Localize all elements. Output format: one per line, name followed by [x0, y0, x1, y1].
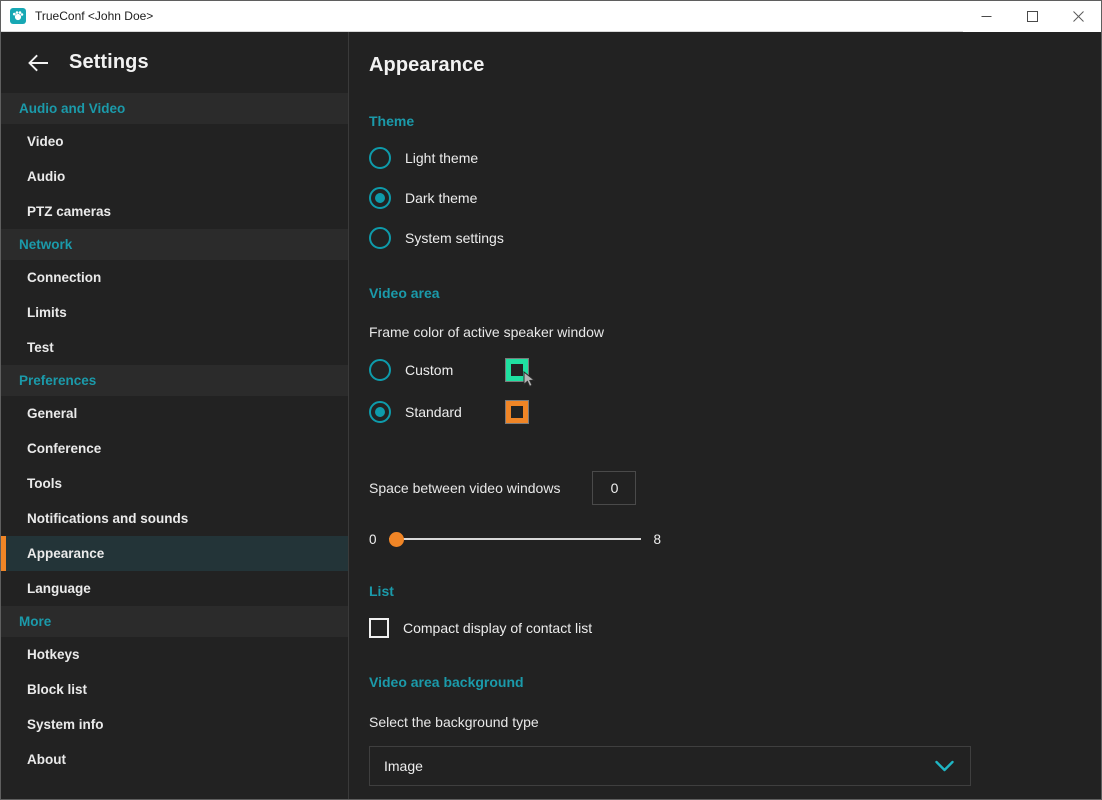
page-title: Appearance: [369, 54, 485, 76]
radio-label: Light theme: [405, 150, 479, 166]
sidebar-item-label: Notifications and sounds: [27, 511, 189, 526]
sidebar-item-block-list[interactable]: Block list: [1, 672, 348, 707]
color-swatch-inner: [506, 401, 528, 423]
section-label-list: List: [369, 583, 394, 599]
back-arrow-icon[interactable]: [27, 51, 51, 75]
close-button[interactable]: [1055, 0, 1101, 32]
sidebar-nav-list: Audio and Video Video Audio PTZ cameras …: [1, 93, 348, 799]
minimize-button[interactable]: [963, 0, 1009, 32]
background-type-value: Image: [384, 758, 423, 774]
sidebar-item-label: Hotkeys: [27, 647, 80, 662]
sidebar-item-label: Block list: [27, 682, 88, 697]
sidebar-item-label: General: [27, 406, 78, 421]
space-between-video-windows-row: Space between video windows 0: [369, 471, 1101, 505]
background-type-select[interactable]: Image: [369, 746, 971, 786]
radio-icon-selected[interactable]: [369, 401, 391, 423]
compact-contact-list-row[interactable]: Compact display of contact list: [369, 618, 1101, 638]
checkbox-label: Compact display of contact list: [403, 620, 593, 636]
sidebar-header: Settings: [1, 32, 348, 93]
background-type-label: Select the background type: [369, 714, 539, 730]
sidebar-item-label: Limits: [27, 305, 67, 320]
sidebar-item-test[interactable]: Test: [1, 330, 348, 365]
minimize-icon: [981, 15, 991, 17]
settings-sidebar: Settings Audio and Video Video Audio PTZ…: [1, 32, 349, 799]
sidebar-item-system-info[interactable]: System info: [1, 707, 348, 742]
slider-track[interactable]: [388, 538, 642, 540]
radio-system-settings[interactable]: System settings: [369, 227, 1101, 249]
sidebar-item-about[interactable]: About: [1, 742, 348, 777]
appearance-content: Appearance Theme Light theme Dark theme …: [369, 32, 1101, 786]
section-label-video-area-background: Video area background: [369, 674, 524, 690]
trueconf-logo-icon: [10, 8, 26, 24]
sidebar-item-label: Appearance: [27, 546, 105, 561]
app-window: TrueConf <John Doe> Settings Audio and V…: [0, 0, 1102, 800]
sidebar-item-limits[interactable]: Limits: [1, 295, 348, 330]
radio-dot: [375, 407, 385, 417]
radio-custom-frame-color[interactable]: Custom: [369, 358, 1101, 387]
appearance-settings-panel: Appearance Theme Light theme Dark theme …: [349, 32, 1101, 799]
sidebar-item-label: Video: [27, 134, 64, 149]
nav-group-network: Network: [1, 229, 348, 260]
nav-group-audio-and-video: Audio and Video: [1, 93, 348, 124]
slider-min-label: 0: [369, 531, 377, 547]
sidebar-item-label: Language: [27, 581, 91, 596]
title-bar-left: TrueConf <John Doe>: [1, 8, 963, 24]
sidebar-item-language[interactable]: Language: [1, 571, 348, 606]
checkbox-icon-unchecked[interactable]: [369, 618, 389, 638]
radio-dot: [375, 193, 385, 203]
sidebar-item-label: Test: [27, 340, 54, 355]
window-controls: [963, 0, 1101, 32]
radio-label: Standard: [405, 404, 462, 420]
color-swatch-inner: [506, 359, 528, 381]
sidebar-item-conference[interactable]: Conference: [1, 431, 348, 466]
sidebar-item-ptz-cameras[interactable]: PTZ cameras: [1, 194, 348, 229]
maximize-icon: [1026, 10, 1038, 22]
radio-label: Custom: [405, 362, 454, 378]
nav-group-more: More: [1, 606, 348, 637]
frame-color-label: Frame color of active speaker window: [369, 324, 604, 340]
maximize-button[interactable]: [1009, 0, 1055, 32]
color-swatch-custom[interactable]: [505, 358, 536, 387]
color-swatch-standard[interactable]: [505, 400, 529, 424]
space-between-label: Space between video windows: [369, 480, 561, 496]
sidebar-item-label: PTZ cameras: [27, 204, 112, 219]
radio-icon-unselected[interactable]: [369, 359, 391, 381]
radio-standard-frame-color[interactable]: Standard: [369, 400, 1101, 424]
space-slider[interactable]: 0 8: [369, 531, 661, 547]
sidebar-item-label: Connection: [27, 270, 102, 285]
radio-label: Dark theme: [405, 190, 478, 206]
nav-group-preferences: Preferences: [1, 365, 348, 396]
section-label-video-area: Video area: [369, 285, 440, 301]
sidebar-item-video[interactable]: Video: [1, 124, 348, 159]
chevron-down-icon[interactable]: [935, 760, 954, 772]
body-split: Settings Audio and Video Video Audio PTZ…: [1, 32, 1101, 799]
sidebar-item-label: Conference: [27, 441, 102, 456]
sidebar-item-general[interactable]: General: [1, 396, 348, 431]
sidebar-item-notifications-and-sounds[interactable]: Notifications and sounds: [1, 501, 348, 536]
slider-thumb[interactable]: [388, 531, 404, 547]
sidebar-item-label: About: [27, 752, 66, 767]
sidebar-item-audio[interactable]: Audio: [1, 159, 348, 194]
sidebar-item-hotkeys[interactable]: Hotkeys: [1, 637, 348, 672]
slider-track-wrap[interactable]: [388, 531, 642, 547]
sidebar-item-tools[interactable]: Tools: [1, 466, 348, 501]
radio-light-theme[interactable]: Light theme: [369, 147, 1101, 169]
radio-icon-selected[interactable]: [369, 187, 391, 209]
radio-icon-unselected[interactable]: [369, 147, 391, 169]
title-bar: TrueConf <John Doe>: [1, 0, 1101, 32]
close-icon: [1072, 10, 1084, 22]
radio-dark-theme[interactable]: Dark theme: [369, 187, 1101, 209]
radio-label: System settings: [405, 230, 504, 246]
sidebar-item-connection[interactable]: Connection: [1, 260, 348, 295]
sidebar-item-label: System info: [27, 717, 104, 732]
space-value-input[interactable]: 0: [592, 471, 637, 505]
sidebar-item-label: Tools: [27, 476, 62, 491]
section-label-theme: Theme: [369, 113, 415, 129]
radio-icon-unselected[interactable]: [369, 227, 391, 249]
slider-max-label: 8: [653, 531, 661, 547]
window-title: TrueConf <John Doe>: [35, 9, 154, 23]
sidebar-item-label: Audio: [27, 169, 66, 184]
sidebar-item-appearance[interactable]: Appearance: [1, 536, 348, 571]
sidebar-title: Settings: [69, 51, 149, 73]
